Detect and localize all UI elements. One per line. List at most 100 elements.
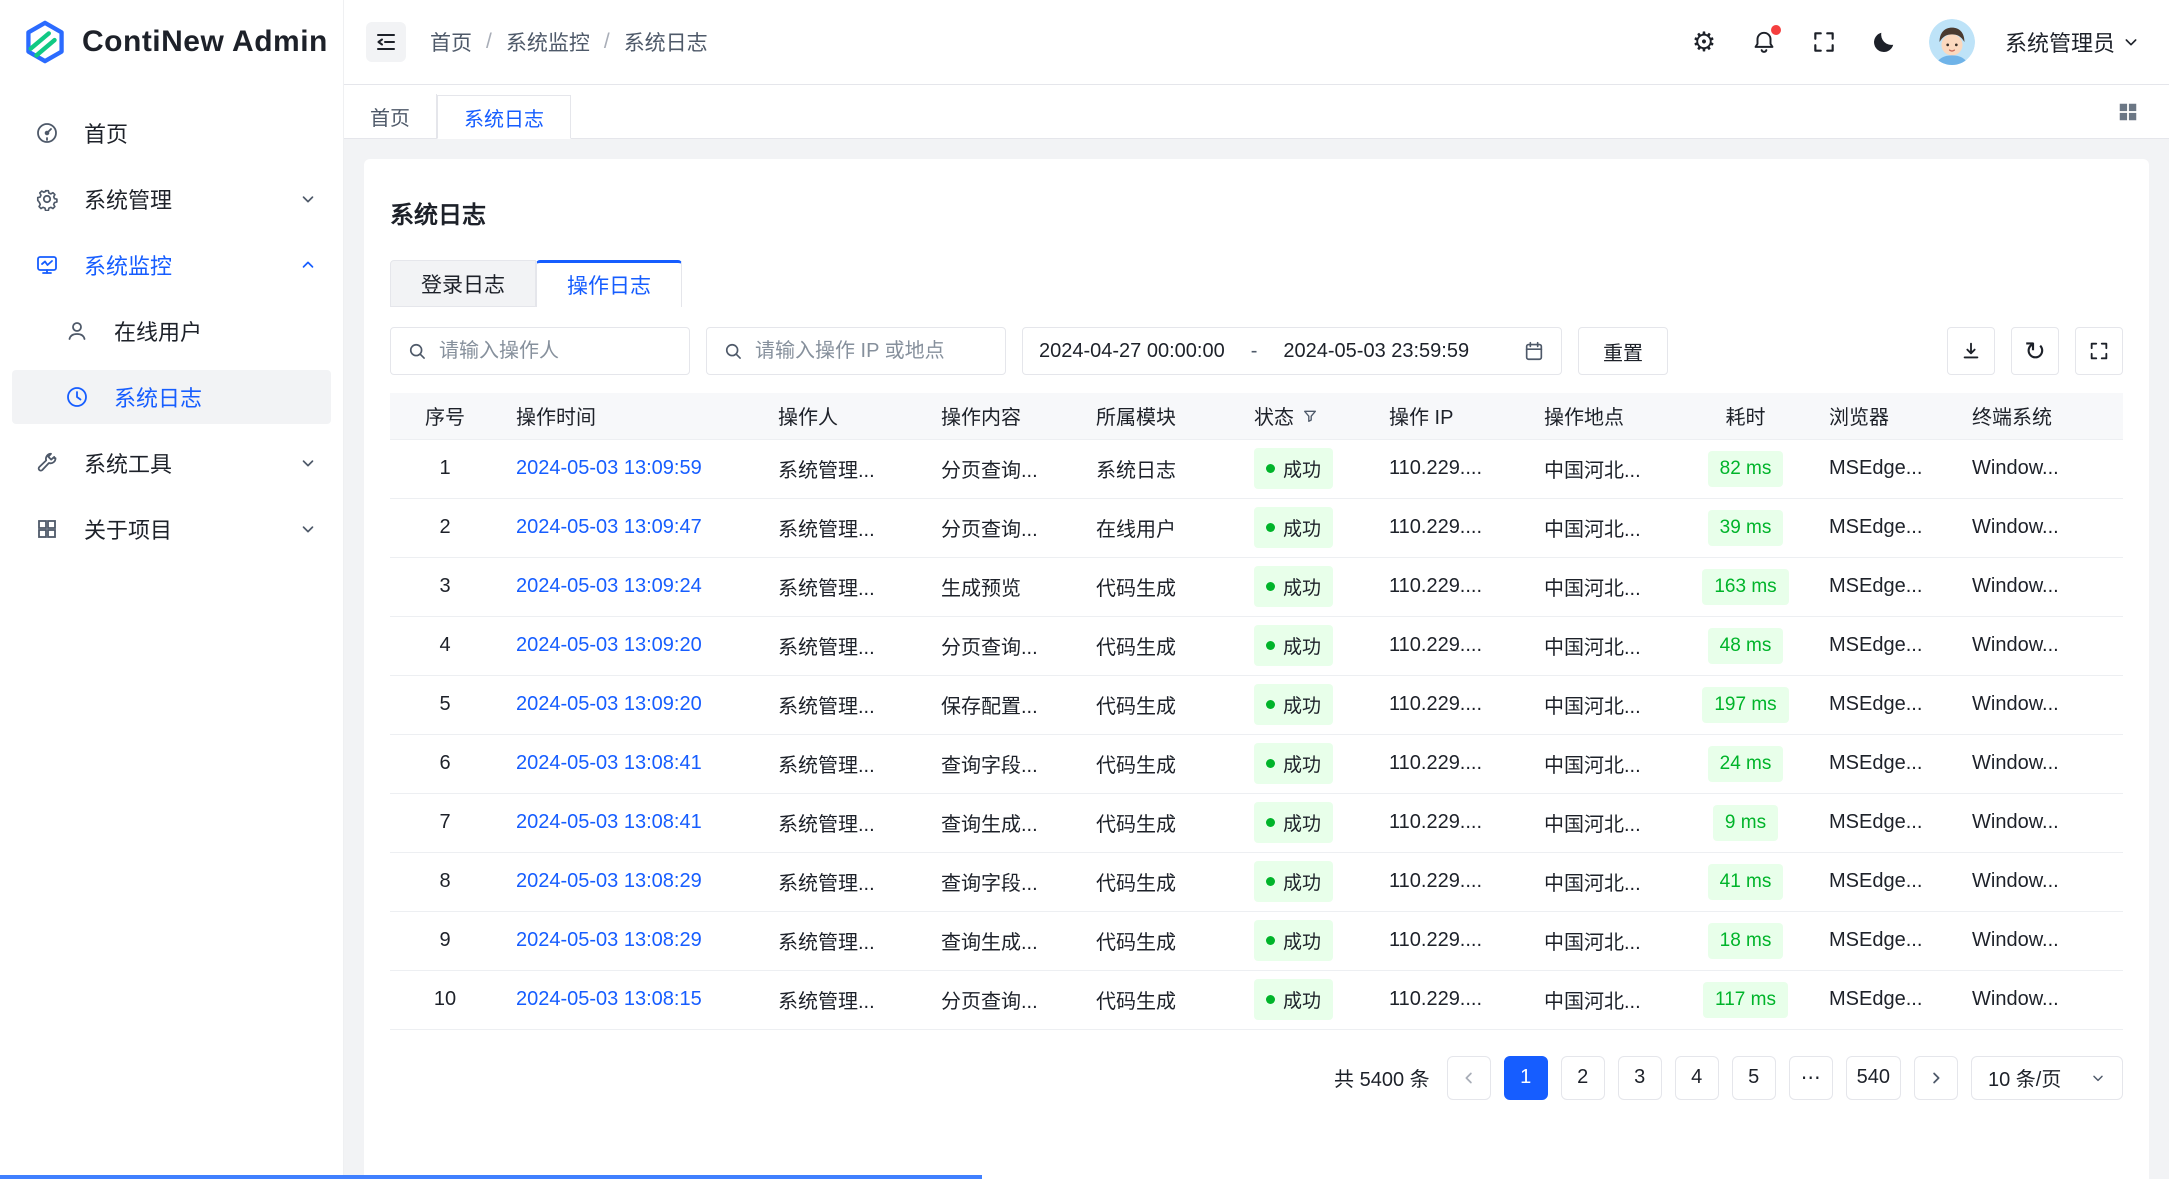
sidebar-item-system-monitor[interactable]: 系统监控 <box>12 238 331 292</box>
pagination-page-540[interactable]: 540 <box>1846 1056 1901 1100</box>
cell-location: 中国河北... <box>1528 734 1678 793</box>
settings-gear-icon[interactable]: ⚙ <box>1689 27 1719 57</box>
tab-operation-log[interactable]: 操作日志 <box>536 260 682 307</box>
sidebar-item-home[interactable]: 首页 <box>12 106 331 160</box>
export-download-button[interactable] <box>1947 327 1995 375</box>
status-badge: 成功 <box>1254 861 1333 902</box>
sidebar-item-online-users[interactable]: 在线用户 <box>12 304 331 358</box>
success-dot <box>1266 759 1275 768</box>
column-header-duration: 耗时 <box>1678 393 1813 439</box>
cell-ip: 110.229.... <box>1373 498 1528 557</box>
column-header-index: 序号 <box>390 393 500 439</box>
breadcrumb: 首页 / 系统监控 / 系统日志 <box>430 27 708 57</box>
log-detail-link[interactable]: 2024-05-03 13:08:41 <box>516 811 702 833</box>
filter-toolbar: 2024-04-27 00:00:00 - 2024-05-03 23:59:5… <box>390 327 2123 375</box>
cell-location: 中国河北... <box>1528 498 1678 557</box>
cell-index: 2 <box>390 498 500 557</box>
tab-actions-grid-icon[interactable] <box>2111 95 2145 129</box>
sidebar-item-about-project[interactable]: 关于项目 <box>12 502 331 556</box>
cell-location: 中国河北... <box>1528 970 1678 1029</box>
cell-browser: MSEdge... <box>1813 911 1956 970</box>
avatar[interactable] <box>1929 19 1975 65</box>
user-menu[interactable]: 系统管理员 <box>2005 26 2139 58</box>
pagination-prev-button[interactable] <box>1447 1056 1491 1100</box>
cell-operator: 系统管理... <box>762 498 925 557</box>
pagination-total: 共 5400 条 <box>1334 1063 1430 1092</box>
cell-browser: MSEdge... <box>1813 439 1956 498</box>
log-detail-link[interactable]: 2024-05-03 13:09:20 <box>516 634 702 656</box>
cell-location: 中国河北... <box>1528 557 1678 616</box>
cell-os: Window... <box>1956 970 2123 1029</box>
pagination-page-1[interactable]: 1 <box>1504 1056 1548 1100</box>
log-detail-link[interactable]: 2024-05-03 13:09:59 <box>516 457 702 479</box>
duration-badge: 9 ms <box>1713 805 1778 841</box>
user-name: 系统管理员 <box>2005 26 2115 58</box>
log-detail-link[interactable]: 2024-05-03 13:08:29 <box>516 870 702 892</box>
success-dot <box>1266 523 1275 532</box>
operation-log-table: 序号 操作时间 操作人 操作内容 所属模块 状态 <box>390 393 2123 1030</box>
pagination-page-4[interactable]: 4 <box>1675 1056 1719 1100</box>
sidebar-item-system-management[interactable]: 系统管理 <box>12 172 331 226</box>
status-filter-icon[interactable] <box>1302 408 1318 424</box>
cell-browser: MSEdge... <box>1813 970 1956 1029</box>
cell-index: 1 <box>390 439 500 498</box>
app-logo[interactable]: ContiNew Admin <box>0 0 343 84</box>
cell-index: 10 <box>390 970 500 1029</box>
table-fullscreen-button[interactable] <box>2075 327 2123 375</box>
column-header-status-label: 状态 <box>1254 401 1294 430</box>
table-body: 1 2024-05-03 13:09:59 系统管理... 分页查询... 系统… <box>390 439 2123 1029</box>
log-detail-link[interactable]: 2024-05-03 13:08:29 <box>516 929 702 951</box>
column-header-content: 操作内容 <box>925 393 1080 439</box>
pagination-page-2[interactable]: 2 <box>1561 1056 1605 1100</box>
pagination-ellipsis[interactable]: ⋯ <box>1789 1056 1833 1100</box>
sidebar-item-system-log[interactable]: 系统日志 <box>12 370 331 424</box>
breadcrumb-home[interactable]: 首页 <box>430 27 472 57</box>
cell-module: 代码生成 <box>1080 793 1238 852</box>
sidebar-item-system-tools[interactable]: 系统工具 <box>12 436 331 490</box>
cell-browser: MSEdge... <box>1813 852 1956 911</box>
cell-os: Window... <box>1956 911 2123 970</box>
ip-search-input[interactable] <box>755 340 989 363</box>
status-badge: 成功 <box>1254 566 1333 607</box>
breadcrumb-separator: / <box>486 30 492 54</box>
operator-search-input[interactable] <box>439 340 673 363</box>
tab-login-log[interactable]: 登录日志 <box>390 260 536 307</box>
log-detail-link[interactable]: 2024-05-03 13:08:15 <box>516 988 702 1010</box>
dark-mode-moon-icon[interactable] <box>1869 27 1899 57</box>
table-row: 4 2024-05-03 13:09:20 系统管理... 分页查询... 代码… <box>390 616 2123 675</box>
reset-button[interactable]: 重置 <box>1578 327 1668 375</box>
date-start-value[interactable]: 2024-04-27 00:00:00 <box>1039 340 1225 363</box>
page-tab-system-log[interactable]: 系统日志 <box>437 95 571 139</box>
notification-bell-icon[interactable] <box>1749 27 1779 57</box>
log-detail-link[interactable]: 2024-05-03 13:08:41 <box>516 752 702 774</box>
sidebar-item-label: 首页 <box>84 117 317 149</box>
sidebar-collapse-button[interactable] <box>366 22 406 62</box>
horizontal-scrollbar-thumb[interactable] <box>0 1175 982 1179</box>
log-detail-link[interactable]: 2024-05-03 13:09:24 <box>516 575 702 597</box>
breadcrumb-system-log[interactable]: 系统日志 <box>624 27 708 57</box>
fullscreen-icon[interactable] <box>1809 27 1839 57</box>
page-size-select[interactable]: 10 条/页 <box>1971 1056 2123 1100</box>
user-icon <box>64 318 90 344</box>
page-tab-home[interactable]: 首页 <box>344 94 437 138</box>
duration-badge: 24 ms <box>1708 746 1784 782</box>
breadcrumb-system-monitor[interactable]: 系统监控 <box>506 27 590 57</box>
date-end-value[interactable]: 2024-05-03 23:59:59 <box>1283 340 1469 363</box>
cell-ip: 110.229.... <box>1373 911 1528 970</box>
column-header-browser: 浏览器 <box>1813 393 1956 439</box>
refresh-button[interactable]: ↻ <box>2011 327 2059 375</box>
ip-search-box <box>706 327 1006 375</box>
log-detail-link[interactable]: 2024-05-03 13:09:47 <box>516 516 702 538</box>
pagination-page-5[interactable]: 5 <box>1732 1056 1776 1100</box>
sidebar-menu: 首页 系统管理 <box>0 84 343 556</box>
cell-index: 7 <box>390 793 500 852</box>
refresh-icon: ↻ <box>2024 338 2046 364</box>
pagination-next-button[interactable] <box>1914 1056 1958 1100</box>
date-range-picker[interactable]: 2024-04-27 00:00:00 - 2024-05-03 23:59:5… <box>1022 327 1562 375</box>
log-detail-link[interactable]: 2024-05-03 13:09:20 <box>516 693 702 715</box>
success-dot <box>1266 582 1275 591</box>
main-area: 首页 / 系统监控 / 系统日志 ⚙ <box>344 0 2169 1179</box>
cell-operator: 系统管理... <box>762 557 925 616</box>
table-row: 2 2024-05-03 13:09:47 系统管理... 分页查询... 在线… <box>390 498 2123 557</box>
pagination-page-3[interactable]: 3 <box>1618 1056 1662 1100</box>
